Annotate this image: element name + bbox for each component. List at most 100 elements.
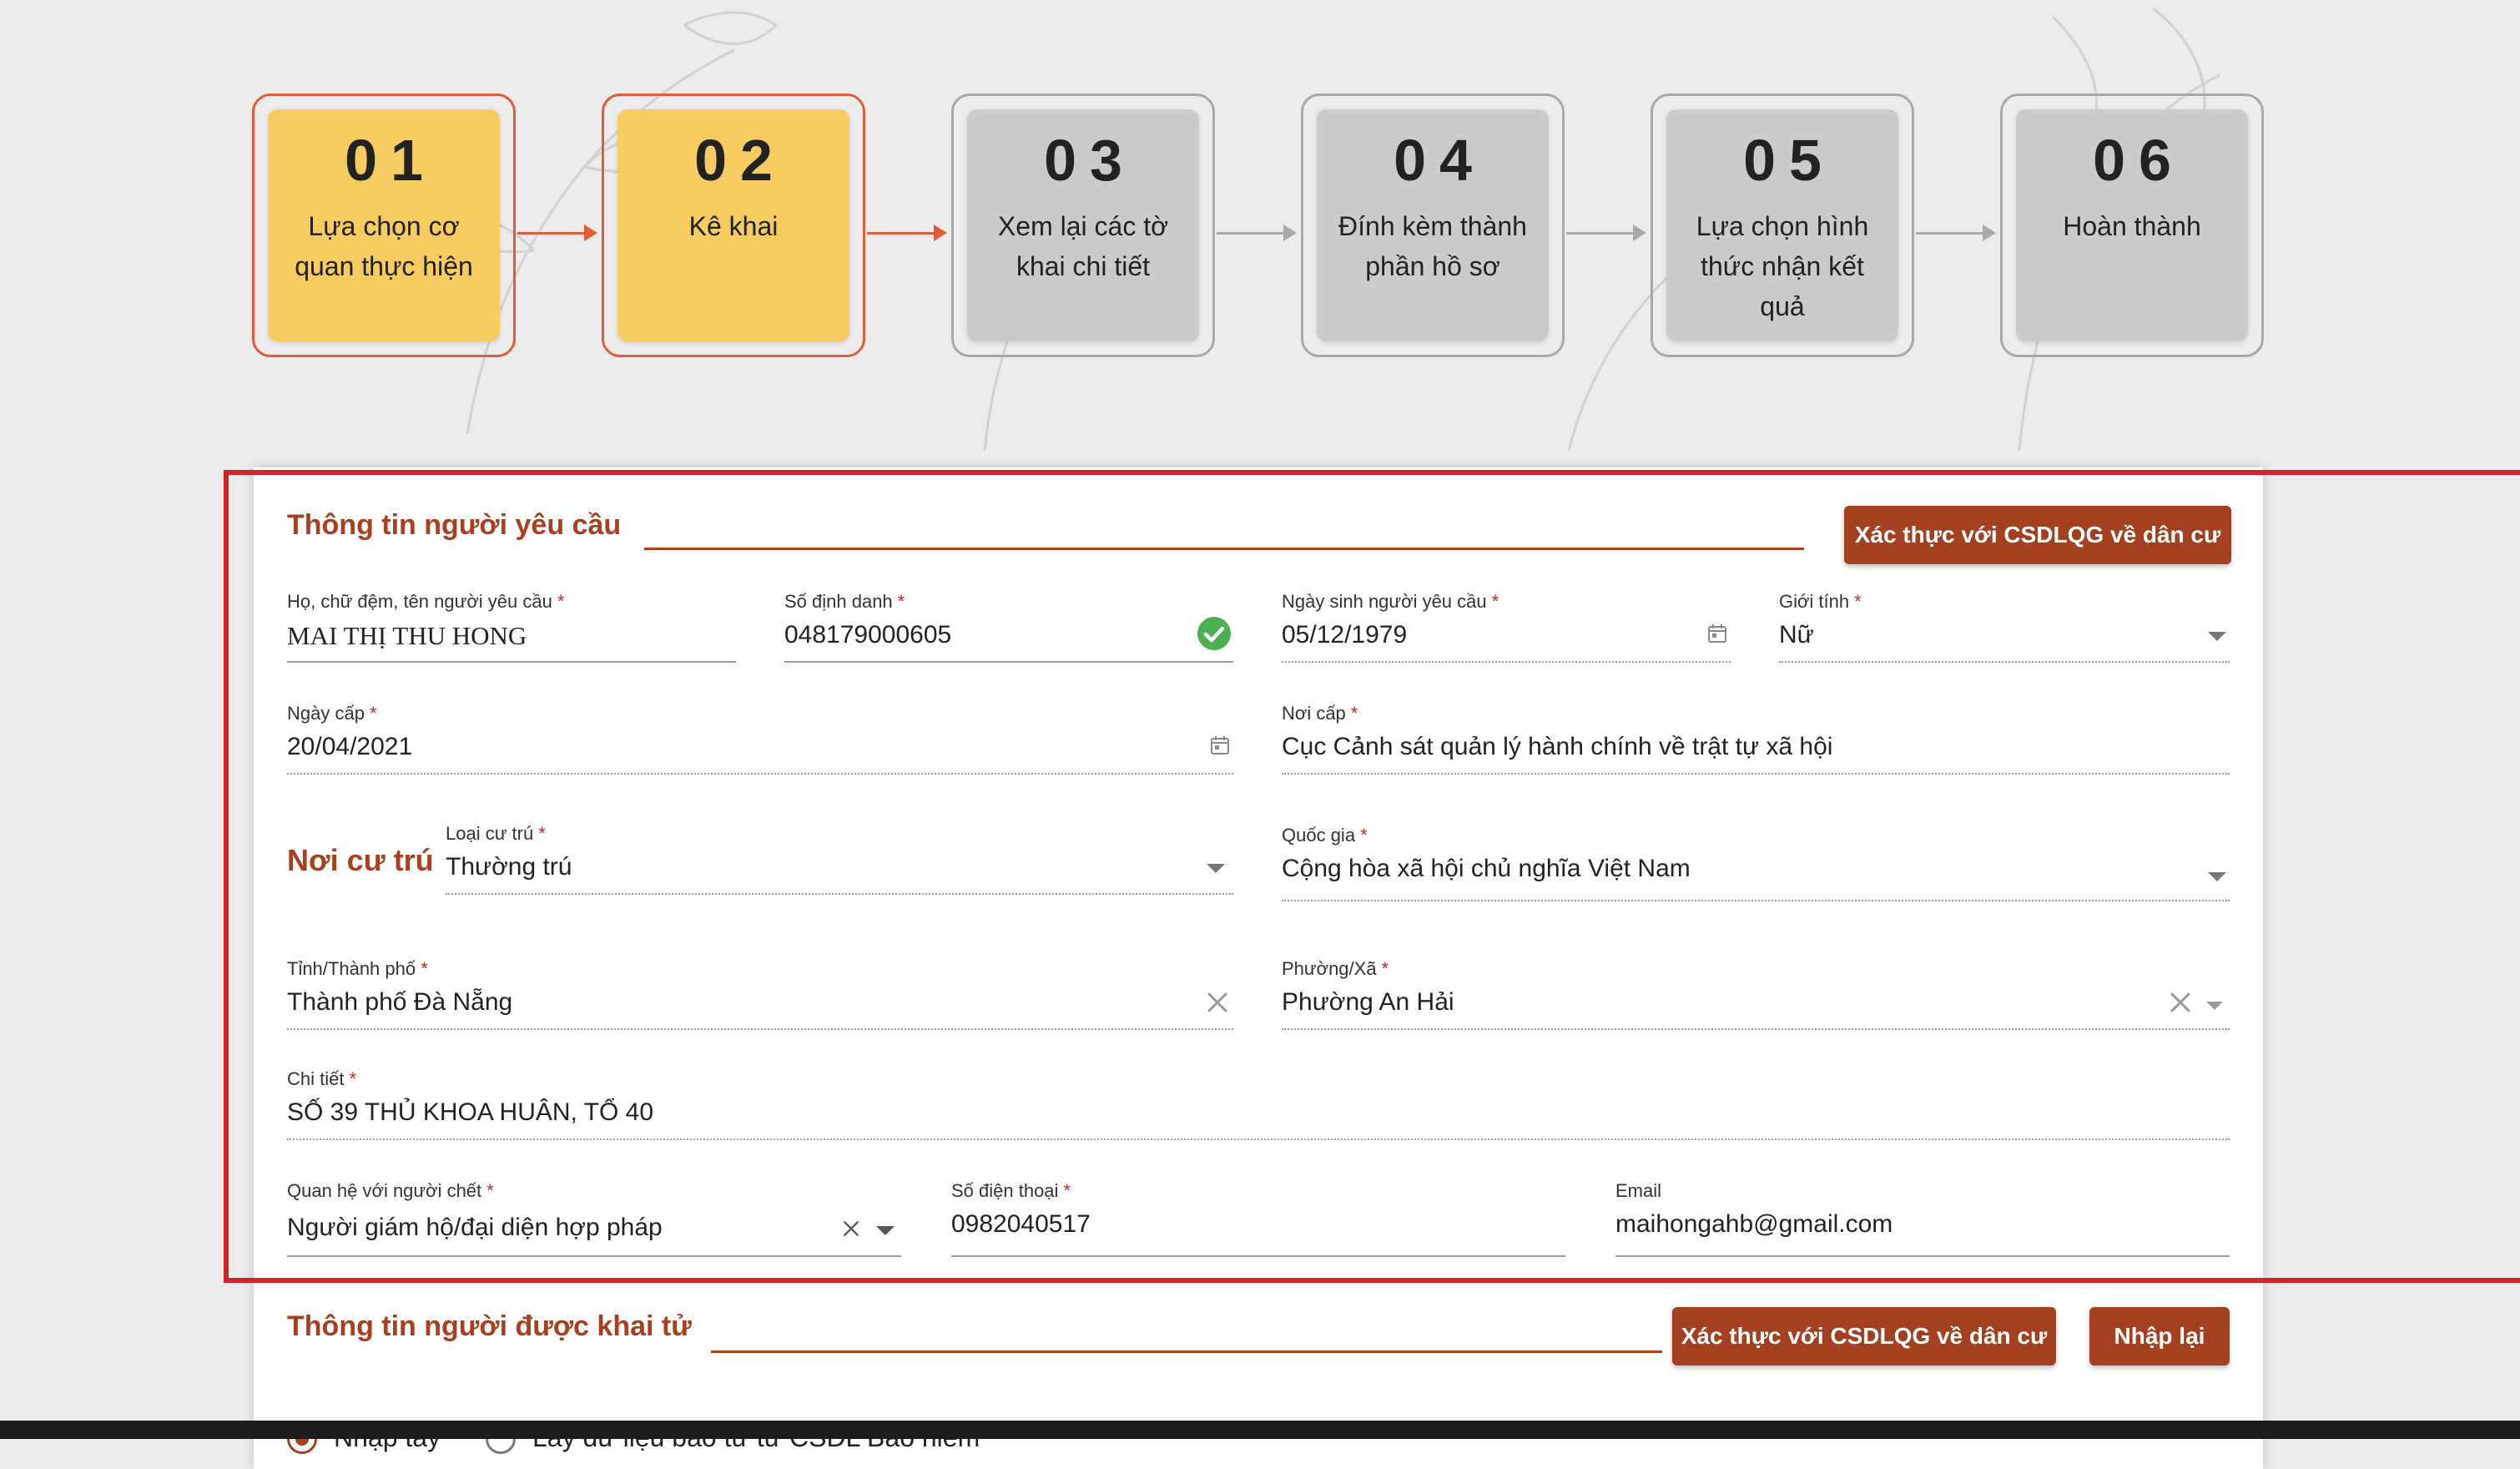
province-value: Thành phố Đà Nẵng (287, 988, 513, 1016)
step-connector-5 (1916, 225, 1996, 241)
step-5-card: 05 Lựa chọn hình thức nhận kết quả (1666, 109, 1898, 341)
step-6-label: Hoàn thành (2063, 211, 2201, 241)
ward-value: Phường An Hải (1282, 988, 1454, 1016)
required-marker: * (1491, 591, 1499, 612)
required-marker: * (486, 1180, 494, 1201)
step-2-number: 02 (694, 128, 786, 193)
clear-icon[interactable] (843, 1220, 859, 1241)
full-name-underline (287, 661, 736, 663)
country-underline (1282, 900, 2230, 901)
progress-stepper: 01 Lựa chọn cơ quan thực hiện 02 Kê khai… (0, 0, 2520, 367)
step-connector-1 (517, 225, 597, 241)
ward-underline (1282, 1028, 2230, 1030)
required-marker: * (557, 591, 565, 612)
phone-underline (951, 1255, 1565, 1257)
step-1-card: 01 Lựa chọn cơ quan thực hiện (268, 109, 500, 341)
dropdown-arrow-icon[interactable] (2208, 871, 2226, 886)
issue-date-label: Ngày cấp (287, 703, 365, 724)
email-label: Email (1615, 1180, 1662, 1201)
step-3-number: 03 (1044, 128, 1136, 193)
email-underline (1615, 1255, 2230, 1257)
residence-type-label: Loại cư trú (446, 823, 534, 844)
step-4-number: 04 (1394, 128, 1485, 193)
dropdown-arrow-icon[interactable] (2206, 1000, 2223, 1015)
step-5[interactable]: 05 Lựa chọn hình thức nhận kết quả (1651, 93, 1914, 357)
step-3-label: Xem lại các tờ khai chi tiết (997, 211, 1169, 281)
dropdown-arrow-icon[interactable] (1207, 863, 1225, 878)
phone-value: 0982040517 (951, 1210, 1091, 1238)
calendar-icon[interactable] (1707, 623, 1727, 649)
full-name-value: MAI THỊ THU HONG (287, 621, 527, 650)
dropdown-arrow-icon[interactable] (876, 1225, 895, 1240)
calendar-icon[interactable] (1210, 734, 1230, 760)
deceased-verify-button[interactable]: Xác thực với CSDLQG về dân cư (1672, 1307, 2056, 1366)
residence-type-underline (446, 893, 1233, 895)
required-marker: * (1360, 825, 1368, 846)
email-value: maihongahb@gmail.com (1615, 1210, 1893, 1238)
address-detail-underline (287, 1138, 2230, 1140)
step-2-card: 02 Kê khai (617, 109, 849, 341)
step-connector-3 (1217, 225, 1297, 241)
requester-title-underline (644, 548, 1804, 550)
id-number-underline (784, 661, 1233, 663)
deceased-title-underline (711, 1350, 1662, 1353)
full-name-label: Họ, chữ đệm, tên người yêu cầu (287, 591, 552, 612)
phone-label: Số điện thoại (951, 1180, 1059, 1201)
step-2-label: Kê khai (688, 211, 779, 241)
issue-date-value: 20/04/2021 (287, 733, 413, 760)
gender-label: Giới tính (1779, 591, 1850, 612)
issue-place-underline (1282, 773, 2230, 775)
dropdown-arrow-icon[interactable] (2208, 631, 2226, 646)
birth-date-underline (1282, 661, 1731, 663)
step-3[interactable]: 03 Xem lại các tờ khai chi tiết (951, 93, 1215, 357)
required-marker: * (1854, 591, 1862, 612)
issue-date-underline (287, 773, 1233, 775)
gender-underline (1779, 661, 2230, 663)
step-4[interactable]: 04 Đính kèm thành phần hồ sơ (1301, 93, 1565, 357)
required-marker: * (1350, 703, 1358, 724)
relation-label: Quan hệ với người chết (287, 1180, 482, 1201)
province-underline (287, 1028, 1233, 1030)
address-detail-value: SỐ 39 THỦ KHOA HUÂN, TỔ 40 (287, 1098, 654, 1126)
step-4-label: Đính kèm thành phần hồ sơ (1338, 211, 1527, 281)
relation-value: Người giám hộ/đại diện hợp pháp (287, 1214, 663, 1241)
gender-value: Nữ (1779, 621, 1814, 649)
country-label: Quốc gia (1282, 825, 1356, 846)
id-number-value: 048179000605 (784, 621, 952, 649)
step-1[interactable]: 01 Lựa chọn cơ quan thực hiện (252, 93, 516, 357)
clear-icon[interactable] (1207, 992, 1228, 1017)
required-marker: * (349, 1068, 357, 1089)
requester-section-title: Thông tin người yêu cầu (287, 509, 622, 541)
bottom-strip (0, 1421, 2520, 1439)
id-number-label: Số định danh (784, 591, 893, 612)
deceased-section-title: Thông tin người được khai tử (287, 1310, 692, 1342)
required-marker: * (1381, 958, 1389, 979)
check-circle-icon (1197, 616, 1232, 655)
issue-place-value: Cục Cảnh sát quản lý hành chính về trật … (1282, 733, 1833, 760)
step-6[interactable]: 06 Hoàn thành (2000, 93, 2264, 357)
step-connector-2 (867, 225, 947, 241)
step-5-number: 05 (1743, 128, 1835, 193)
step-1-number: 01 (345, 128, 436, 193)
clear-icon[interactable] (2170, 992, 2191, 1017)
required-marker: * (369, 703, 377, 724)
step-connector-4 (1566, 225, 1646, 241)
step-4-card: 04 Đính kèm thành phần hồ sơ (1317, 109, 1549, 341)
country-value: Cộng hòa xã hội chủ nghĩa Việt Nam (1282, 855, 1691, 882)
step-6-card: 06 Hoàn thành (2016, 109, 2248, 341)
ward-label: Phường/Xã (1282, 958, 1377, 979)
required-marker: * (421, 958, 428, 979)
birth-date-label: Ngày sinh người yêu cầu (1282, 591, 1487, 612)
required-marker: * (897, 591, 905, 612)
form-panel: Thông tin người yêu cầu Xác thực với CSD… (254, 467, 2263, 1469)
residence-heading: Nơi cư trú (287, 843, 434, 877)
step-3-card: 03 Xem lại các tờ khai chi tiết (967, 109, 1199, 341)
required-marker: * (1063, 1180, 1071, 1201)
reset-button[interactable]: Nhập lại (2089, 1307, 2230, 1366)
province-label: Tỉnh/Thành phố (287, 958, 416, 979)
relation-underline (287, 1255, 901, 1257)
requester-verify-button[interactable]: Xác thực với CSDLQG về dân cư (1844, 506, 2231, 564)
residence-type-value: Thường trú (446, 853, 572, 881)
issue-place-label: Nơi cấp (1282, 703, 1346, 724)
step-2[interactable]: 02 Kê khai (602, 93, 865, 357)
